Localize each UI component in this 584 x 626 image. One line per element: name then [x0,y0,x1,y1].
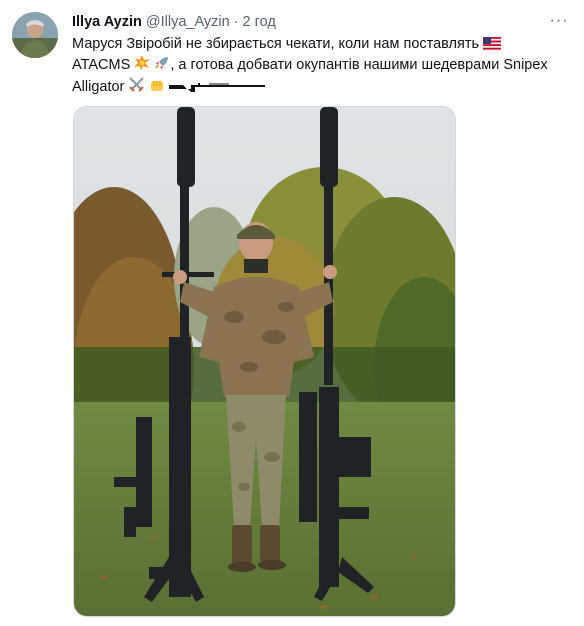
fist-icon [149,77,165,93]
timestamp[interactable]: 2 год [243,14,276,30]
tweet-photo[interactable] [73,106,456,617]
text-line-3: Alligator [72,79,125,95]
crossed-swords-icon [128,76,145,93]
more-options-icon[interactable]: ··· [548,10,570,32]
text-line-2: , а готова добвати окупантів нашими шеде… [170,57,548,73]
author-name[interactable]: Illya Ayzin [72,14,142,30]
us-flag-icon [483,37,502,50]
header-separator: · [233,14,239,30]
atacms-text: ATACMS [72,57,131,73]
avatar[interactable] [12,12,58,58]
rifle-icon [169,81,266,93]
author-handle[interactable]: @Illya_Ayzin [146,14,230,30]
collision-icon [134,55,151,71]
rocket-icon [154,55,170,71]
tweet-header: Illya Ayzin @Illya_Ayzin · 2 год [72,13,276,31]
text-line-1: Маруся Звіробій не збирається чекати, ко… [72,36,480,52]
tweet-text: Маруся Звіробій не збирається чекати, ко… [72,34,572,98]
tweet-card[interactable]: Illya Ayzin @Illya_Ayzin · 2 год ··· Мар… [0,0,584,626]
